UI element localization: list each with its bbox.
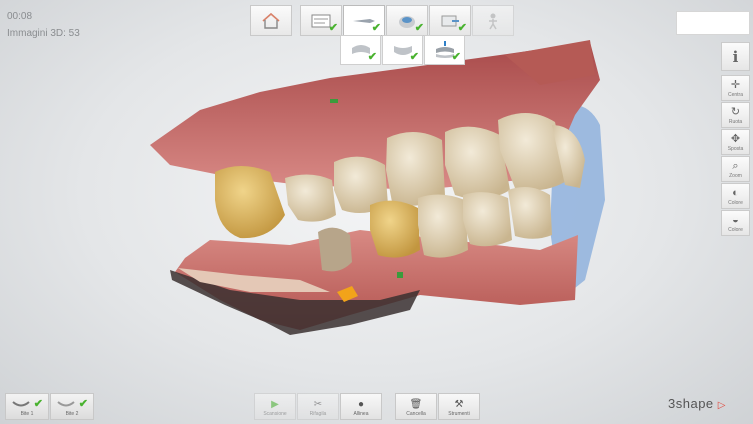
- scan-button[interactable]: ▶ Scansione: [254, 393, 296, 420]
- delete-label: Cancella: [406, 411, 426, 417]
- check-icon: ✔: [33, 398, 43, 410]
- bottom-toolbar: ▶ Scansione ✂ Rifagila ● Allinea 🗑 Cance…: [254, 393, 481, 420]
- color-icon: ◐: [732, 186, 739, 199]
- bite-2-button[interactable]: ✔ Bite 2: [50, 393, 94, 420]
- view-toolbar: i ✛ Centra ↻ Ruota ✥ Sposta ⌕ Zoom ◐ Col…: [721, 42, 750, 237]
- check-icon: ✔: [409, 51, 419, 63]
- color-label: Colore: [728, 199, 743, 206]
- zoom-button[interactable]: ⌕ Zoom: [721, 156, 750, 182]
- tools-label: Strumenti: [448, 411, 470, 417]
- scan-label: Scansione: [263, 411, 287, 417]
- delete-button[interactable]: 🗑 Cancella: [395, 393, 437, 420]
- scan-info: 00:08 Immagini 3D: 53: [7, 8, 80, 42]
- sub-step-upper-jaw[interactable]: ✔: [340, 35, 381, 65]
- move-label: Sposta: [727, 145, 744, 152]
- move-icon: ✥: [730, 132, 741, 145]
- play-icon: ▶: [271, 399, 279, 410]
- info-icon: i: [732, 47, 739, 66]
- color-tooth-button[interactable]: ◒ Colore: [721, 210, 750, 236]
- images-3d-count: Immagini 3D: 53: [7, 28, 80, 39]
- delete-icon: 🗑: [409, 399, 423, 410]
- check-icon: ✔: [367, 51, 377, 63]
- workflow-bar: ✔ ✔ ✔ ✔: [300, 5, 515, 36]
- logo-mark-icon: ▷: [717, 400, 726, 411]
- tools-icon: ⚒: [454, 399, 464, 410]
- bite-1-label: Bite 1: [20, 411, 34, 417]
- bite-selector: ✔ Bite 1 ✔ Bite 2: [5, 393, 95, 420]
- align-button[interactable]: ● Allinea: [340, 393, 382, 420]
- color-tooth-label: Colore: [728, 226, 743, 233]
- logo-text: 3shape: [668, 396, 714, 411]
- zoom-label: Zoom: [729, 172, 742, 179]
- color-tooth-icon: ◒: [732, 213, 739, 226]
- check-icon: ✔: [457, 22, 467, 34]
- info-button[interactable]: i: [721, 42, 750, 71]
- scan-sub-steps: ✔ ✔ ✔: [340, 35, 466, 65]
- check-icon: ✔: [451, 51, 461, 63]
- bite-2-label: Bite 2: [65, 411, 79, 417]
- bite-1-button[interactable]: ✔ Bite 1: [5, 393, 49, 420]
- home-button[interactable]: [250, 5, 292, 36]
- center-label: Centra: [727, 91, 743, 98]
- check-icon: ✔: [328, 22, 338, 34]
- elapsed-time: 00:08: [7, 11, 33, 22]
- trim-label: Rifagila: [309, 411, 327, 417]
- check-icon: ✔: [78, 398, 88, 410]
- rotate-icon: ↻: [730, 105, 741, 118]
- status-box: [676, 11, 750, 35]
- brand-logo: 3shape ▷: [668, 396, 726, 411]
- align-icon: ●: [357, 399, 365, 410]
- workflow-step-model[interactable]: ✔: [386, 5, 428, 36]
- color-button[interactable]: ◐ Colore: [721, 183, 750, 209]
- home-icon: [262, 12, 280, 29]
- workflow-step-order[interactable]: ✔: [300, 5, 342, 36]
- center-icon: ✛: [730, 78, 741, 91]
- workflow-step-send[interactable]: ✔: [429, 5, 471, 36]
- rotate-label: Ruota: [728, 118, 743, 125]
- center-button[interactable]: ✛ Centra: [721, 75, 750, 101]
- sub-step-lower-jaw[interactable]: ✔: [382, 35, 423, 65]
- check-icon: ✔: [371, 22, 381, 34]
- align-label: Allinea: [353, 411, 369, 417]
- move-button[interactable]: ✥ Sposta: [721, 129, 750, 155]
- bite-jaw-icon: [12, 401, 30, 407]
- trim-button[interactable]: ✂ Rifagila: [297, 393, 339, 420]
- sub-step-bite[interactable]: ✔: [424, 35, 465, 65]
- workflow-step-scan[interactable]: ✔: [343, 5, 385, 36]
- workflow-step-finish[interactable]: [472, 5, 514, 36]
- bite-jaw-icon: [57, 401, 75, 407]
- check-icon: ✔: [414, 22, 424, 34]
- figure-icon: [489, 13, 497, 29]
- zoom-icon: ⌕: [732, 159, 739, 172]
- rotate-button[interactable]: ↻ Ruota: [721, 102, 750, 128]
- trim-icon: ✂: [313, 399, 323, 410]
- tools-button[interactable]: ⚒ Strumenti: [438, 393, 480, 420]
